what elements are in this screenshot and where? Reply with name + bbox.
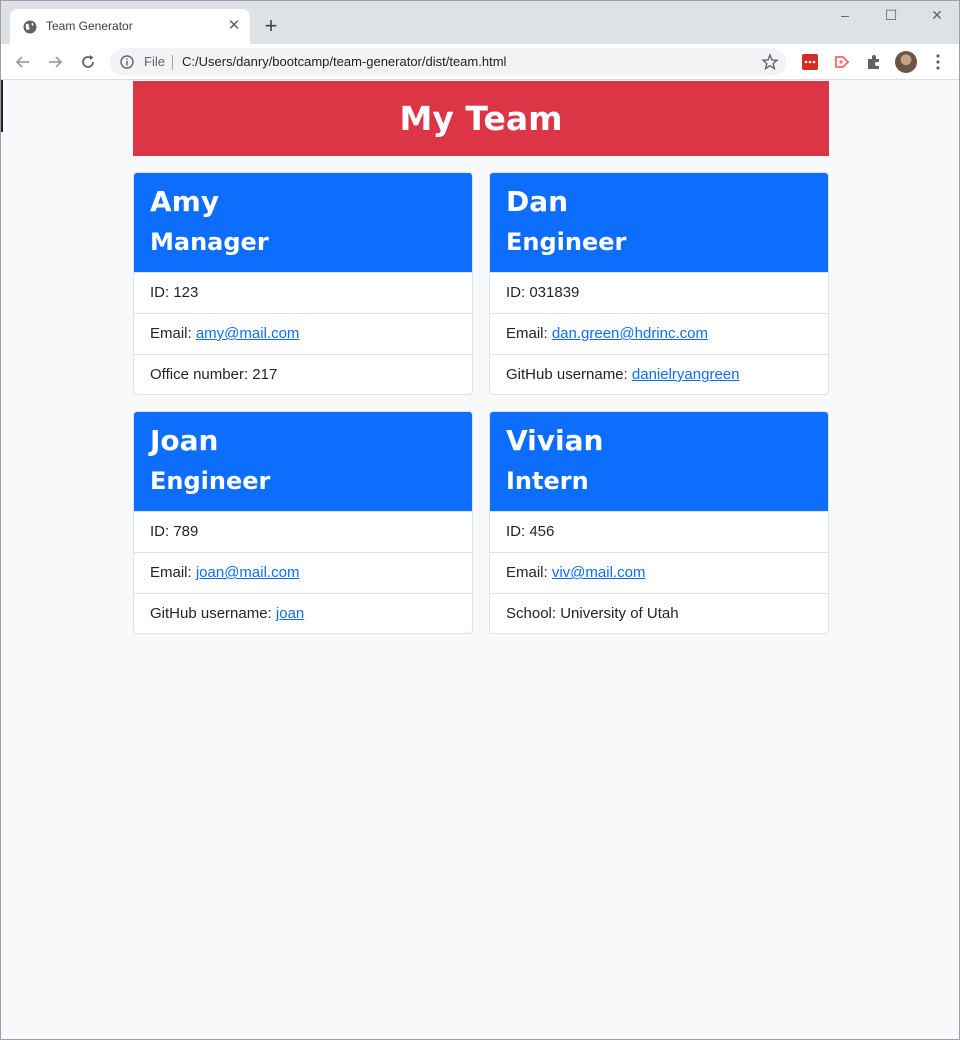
employee-id: ID: 789: [134, 511, 472, 552]
employee-email-row: Email: joan@mail.com: [134, 552, 472, 593]
forward-arrow-icon[interactable]: [45, 52, 65, 72]
email-label: Email:: [150, 325, 196, 342]
extensions-puzzle-icon[interactable]: [865, 53, 883, 71]
employee-role: Manager: [150, 228, 269, 256]
globe-icon: [23, 20, 37, 34]
employee-email-row: Email: dan.green@hdrinc.com: [490, 313, 828, 354]
browser-toolbar: File C:/Users/danry/bootcamp/team-genera…: [1, 44, 959, 80]
email-link[interactable]: viv@mail.com: [552, 564, 646, 581]
school: School: University of Utah: [490, 593, 828, 633]
github-label: GitHub username:: [150, 605, 276, 622]
email-label: Email:: [506, 564, 552, 581]
employee-name: Joan: [150, 424, 219, 457]
menu-kebab-icon[interactable]: [931, 52, 945, 72]
reload-icon[interactable]: [78, 52, 98, 72]
card-header: Vivian Intern: [490, 412, 828, 511]
address-bar[interactable]: File C:/Users/danry/bootcamp/team-genera…: [110, 48, 786, 76]
employee-card-amy: Amy Manager ID: 123 Email: amy@mail.com …: [133, 172, 473, 395]
browser-window: Team Generator ✕ + – ☐ ✕ File C:/Users/d…: [0, 0, 960, 1040]
employee-email-row: Email: amy@mail.com: [134, 313, 472, 354]
github-label: GitHub username:: [506, 366, 632, 383]
browser-tab[interactable]: Team Generator ✕: [10, 9, 250, 44]
info-icon[interactable]: [120, 55, 134, 69]
window-edge-marker: [1, 80, 3, 132]
email-link[interactable]: amy@mail.com: [196, 325, 300, 342]
screencast-extension-icon[interactable]: [833, 53, 851, 71]
tab-title: Team Generator: [46, 19, 133, 33]
email-label: Email:: [506, 325, 552, 342]
employee-id: ID: 456: [490, 511, 828, 552]
employee-role: Engineer: [150, 467, 271, 495]
github-row: GitHub username: danielryangreen: [490, 354, 828, 394]
employee-role: Engineer: [506, 228, 627, 256]
employee-card-joan: Joan Engineer ID: 789 Email: joan@mail.c…: [133, 411, 473, 634]
maximize-icon[interactable]: ☐: [883, 7, 899, 23]
employee-id: ID: 123: [134, 272, 472, 313]
employee-name: Vivian: [506, 424, 604, 457]
divider: [172, 55, 173, 70]
github-link[interactable]: joan: [276, 605, 304, 622]
employee-id: ID: 031839: [490, 272, 828, 313]
email-label: Email:: [150, 564, 196, 581]
profile-avatar[interactable]: [895, 51, 917, 73]
employee-card-vivian: Vivian Intern ID: 456 Email: viv@mail.co…: [489, 411, 829, 634]
lastpass-extension-icon[interactable]: [801, 53, 819, 71]
back-arrow-icon[interactable]: [13, 52, 33, 72]
close-tab-icon[interactable]: ✕: [226, 18, 242, 34]
new-tab-icon[interactable]: +: [260, 15, 282, 37]
close-window-icon[interactable]: ✕: [929, 7, 945, 23]
github-link[interactable]: danielryangreen: [632, 366, 740, 383]
card-header: Amy Manager: [134, 173, 472, 272]
office-number: Office number: 217: [134, 354, 472, 394]
employee-name: Dan: [506, 185, 569, 218]
url-scheme: File: [144, 54, 165, 69]
url-text[interactable]: C:/Users/danry/bootcamp/team-generator/d…: [182, 54, 506, 69]
email-link[interactable]: dan.green@hdrinc.com: [552, 325, 708, 342]
page-header: My Team: [133, 81, 829, 156]
github-row: GitHub username: joan: [134, 593, 472, 633]
employee-role: Intern: [506, 467, 589, 495]
page-title: My Team: [399, 99, 563, 138]
card-header: Joan Engineer: [134, 412, 472, 511]
card-header: Dan Engineer: [490, 173, 828, 272]
employee-email-row: Email: viv@mail.com: [490, 552, 828, 593]
minimize-icon[interactable]: –: [837, 7, 853, 23]
email-link[interactable]: joan@mail.com: [196, 564, 300, 581]
employee-name: Amy: [150, 185, 220, 218]
bookmark-star-icon[interactable]: [761, 53, 779, 71]
tab-strip: Team Generator ✕ + – ☐ ✕: [1, 1, 959, 44]
employee-card-dan: Dan Engineer ID: 031839 Email: dan.green…: [489, 172, 829, 395]
